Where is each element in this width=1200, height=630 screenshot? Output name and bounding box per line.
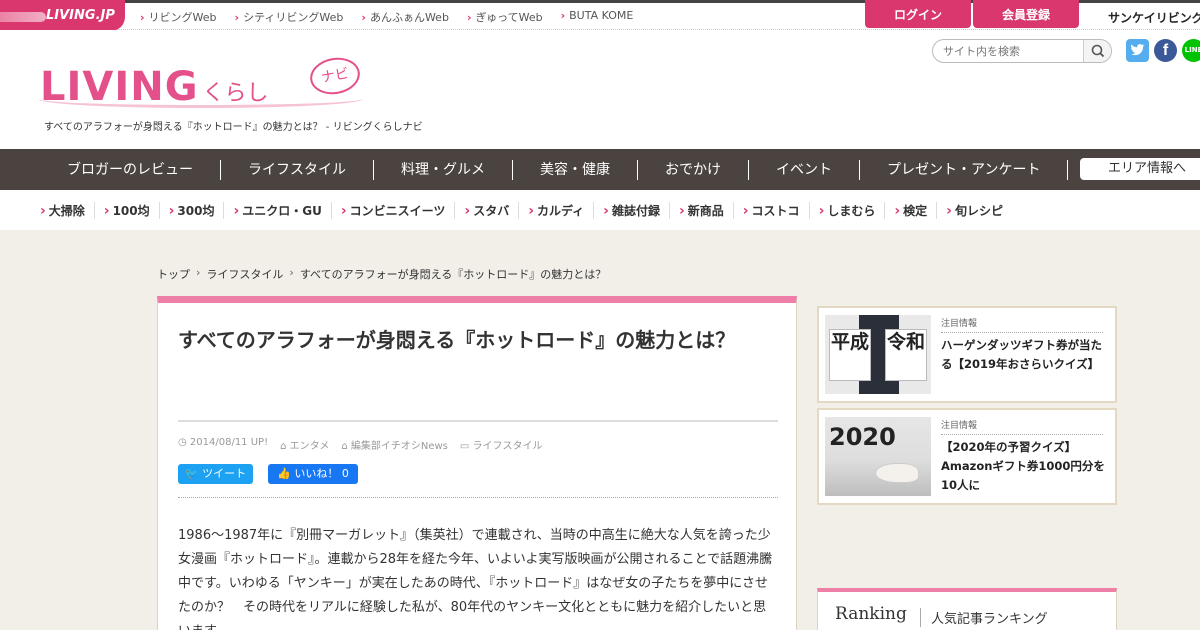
article-meta: ◷ 2014/08/11 UP! ⌂ エンタメ ⌂ 編集部イチオシNews ▭ … — [178, 437, 543, 452]
share-divider — [178, 497, 778, 498]
article-title: すべてのアラフォーが身悶える『ホットロード』の魅力とは？ — [178, 328, 736, 352]
nav-cooking-gourmet[interactable]: 料理・グルメ — [374, 159, 513, 180]
nav-outing[interactable]: おでかけ — [638, 159, 749, 180]
search-input[interactable] — [933, 40, 1083, 63]
card-label: 注目情報 — [941, 418, 1103, 435]
tag-editor-pick[interactable]: ⌂ 編集部イチオシNews — [341, 437, 448, 452]
sister-site-links: リビングWeb シティリビングWeb あんふぁんWeb ぎゅってWeb BUTA… — [140, 9, 634, 25]
breadcrumb-current: すべてのアラフォーが身悶える『ホットロード』の魅力とは？ — [299, 268, 607, 281]
link-gyutte-web[interactable]: ぎゅってWeb — [467, 9, 542, 25]
keyword-link[interactable]: しまむら — [819, 201, 886, 219]
line-icon[interactable]: LINE — [1182, 39, 1200, 62]
category-lifestyle[interactable]: ▭ ライフスタイル — [460, 437, 543, 452]
keyword-link[interactable]: コンビニスイーツ — [341, 201, 456, 219]
breadcrumb-top[interactable]: トップ — [157, 266, 190, 282]
sankei-living-logo[interactable]: サンケイリビング — [1108, 9, 1200, 26]
title-divider — [178, 420, 778, 422]
reiwa-sign: 令和 — [885, 329, 927, 381]
top-strip: LIVING.JP リビングWeb シティリビングWeb あんふぁんWeb ぎゅ… — [0, 0, 1200, 31]
chevron-right-icon: › — [289, 266, 294, 279]
keyword-link[interactable]: ユニクロ・GU — [233, 201, 332, 219]
breadcrumb: トップ › ライフスタイル › すべてのアラフォーが身悶える『ホットロード』の魅… — [157, 266, 606, 282]
twitter-icon: 🐦 — [184, 467, 203, 480]
search-icon — [1091, 44, 1105, 58]
tweet-button[interactable]: 🐦 ツイート — [178, 464, 253, 484]
link-butakome[interactable]: BUTA KOME — [561, 9, 633, 25]
keyword-link[interactable]: 大掃除 — [40, 201, 95, 219]
site-search — [932, 39, 1112, 63]
keyword-link[interactable]: 旬レシピ — [946, 202, 1012, 219]
heisei-reiwa-thumbnail: 平成 令和 — [825, 315, 931, 394]
year-2020-text: 2020 — [829, 423, 896, 451]
site-logo[interactable]: LIVING くらし ナビ — [38, 53, 363, 110]
logo-navi-badge: ナビ — [307, 53, 363, 99]
cat-figure — [875, 463, 919, 483]
keyword-link[interactable]: 100均 — [104, 201, 160, 219]
tag-icon: ⌂ — [280, 441, 290, 452]
keyword-link[interactable]: 検定 — [894, 201, 938, 219]
cat-2020-thumbnail: 2020 — [825, 417, 931, 496]
keyword-link[interactable]: 雑誌付録 — [603, 201, 670, 219]
ranking-heading: Ranking — [835, 604, 907, 624]
nav-present-survey[interactable]: プレゼント・アンケート — [860, 159, 1069, 180]
nav-beauty-health[interactable]: 美容・健康 — [513, 159, 638, 180]
thumbs-up-icon: 👍 — [277, 467, 295, 480]
breadcrumb-lifestyle[interactable]: ライフスタイル — [206, 266, 283, 282]
link-city-living-web[interactable]: シティリビングWeb — [235, 9, 343, 25]
login-button[interactable]: ログイン — [865, 0, 971, 28]
keyword-link[interactable]: カルディ — [528, 201, 595, 219]
ranking-panel: Ranking 人気記事ランキング — [817, 588, 1117, 630]
tag-entertainment[interactable]: ⌂ エンタメ — [280, 437, 329, 452]
chevron-right-icon: › — [196, 266, 201, 279]
area-info-button[interactable]: エリア情報へ — [1080, 158, 1200, 180]
heisei-sign: 平成 — [829, 329, 871, 381]
article-body: 1986～1987年に『別冊マーガレット』（集英社）で連載され、当時の中高生に絶… — [178, 528, 773, 630]
keyword-link[interactable]: 300均 — [169, 201, 225, 219]
folder-icon: ▭ — [459, 441, 473, 452]
featured-card[interactable]: 2020 注目情報 【2020年の予習クイズ】Amazonギフト券1000円分を… — [817, 408, 1117, 505]
tag-icon: ⌂ — [341, 441, 351, 452]
search-button[interactable] — [1083, 40, 1111, 62]
like-button[interactable]: 👍 いいね！ 0 — [268, 464, 358, 484]
keyword-link[interactable]: スタバ — [464, 201, 520, 219]
register-button[interactable]: 会員登録 — [973, 0, 1079, 28]
page-tagline: すべてのアラフォーが身悶える『ホットロード』の魅力とは？ - リビングくらしナビ — [44, 122, 423, 133]
nav-lifestyle[interactable]: ライフスタイル — [221, 159, 374, 180]
logo-swoosh — [38, 90, 363, 108]
clock-icon: ◷ — [178, 437, 190, 448]
twitter-icon[interactable] — [1126, 39, 1149, 62]
card-label: 注目情報 — [941, 316, 1103, 333]
keyword-link[interactable]: コストコ — [743, 201, 810, 219]
nav-blogger-review[interactable]: ブロガーのレビュー — [40, 159, 221, 180]
keyword-link[interactable]: 新商品 — [679, 201, 734, 219]
nav-event[interactable]: イベント — [749, 159, 860, 180]
article-date: ◷ 2014/08/11 UP! — [178, 437, 269, 448]
link-anfan-web[interactable]: あんふぁんWeb — [361, 9, 449, 25]
main-nav: ブロガーのレビュー ライフスタイル 料理・グルメ 美容・健康 おでかけ イベント… — [0, 149, 1200, 190]
keyword-nav: 大掃除 100均 300均 ユニクロ・GU コンビニスイーツ スタバ カルディ … — [0, 190, 1200, 230]
card-title[interactable]: 【2020年の予習クイズ】Amazonギフト券1000円分を10人に — [941, 438, 1106, 495]
living-jp-logo[interactable]: LIVING.JP — [0, 0, 125, 31]
ranking-subheading: 人気記事ランキング — [920, 608, 1048, 627]
article-card: すべてのアラフォーが身悶える『ホットロード』の魅力とは？ ◷ 2014/08/1… — [157, 296, 797, 630]
site-header: LIVING くらし ナビ すべてのアラフォーが身悶える『ホットロード』の魅力とは… — [0, 30, 1200, 149]
card-title[interactable]: ハーゲンダッツギフト券が当たる【2019年おさらいクイズ】 — [941, 336, 1106, 374]
link-living-web[interactable]: リビングWeb — [140, 9, 217, 25]
featured-card[interactable]: 平成 令和 注目情報 ハーゲンダッツギフト券が当たる【2019年おさらいクイズ】 — [817, 306, 1117, 403]
facebook-icon[interactable]: f — [1154, 39, 1177, 62]
